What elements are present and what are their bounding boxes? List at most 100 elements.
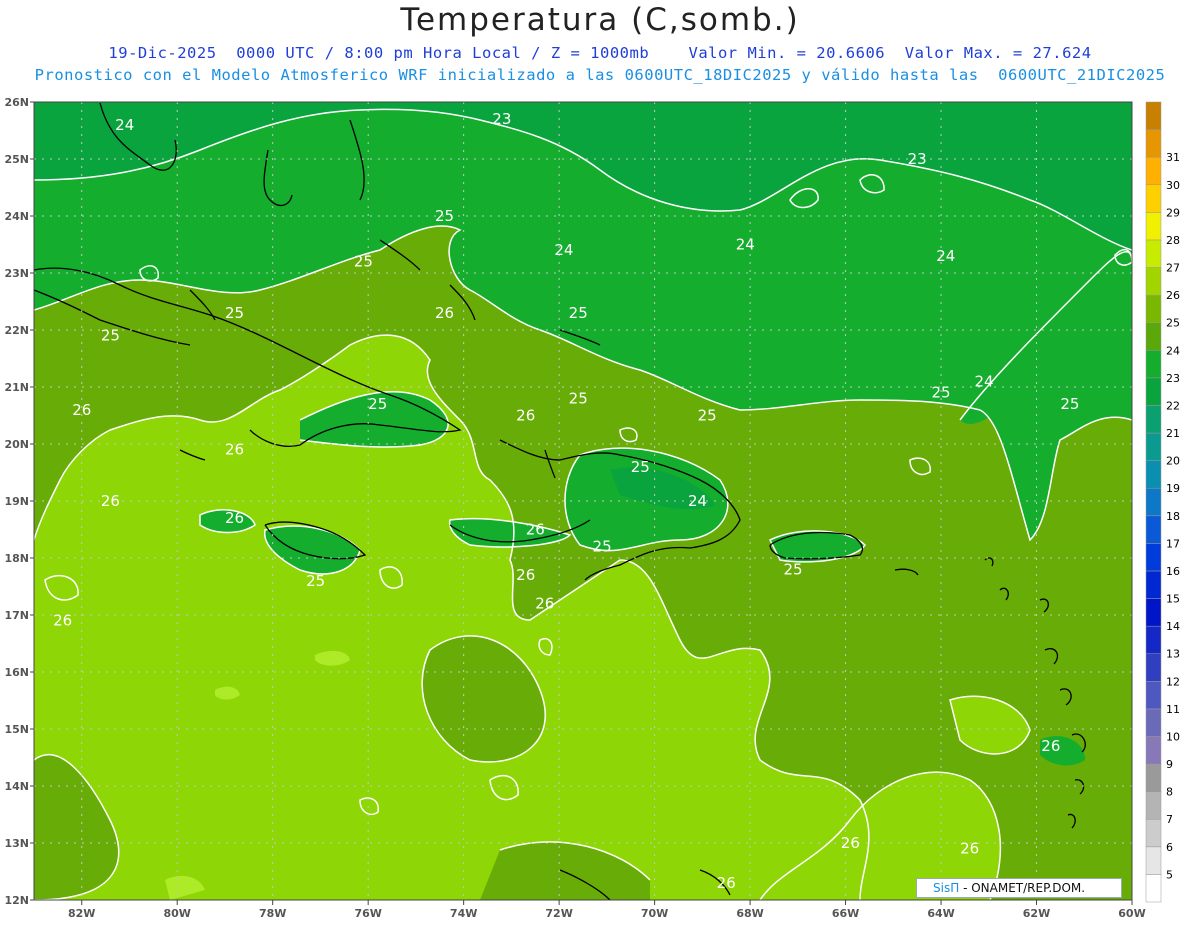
x-tick-label: 68W [736,907,763,920]
colorbar-swatch [1145,874,1162,903]
colorbar-swatch [1145,239,1162,268]
colorbar-label: 23 [1166,372,1180,385]
colorbar-label: 18 [1166,510,1180,523]
colorbar-label: 28 [1166,234,1180,247]
y-tick-label: 21N [4,381,29,394]
colorbar-swatch [1145,377,1162,406]
colorbar-label: 30 [1166,179,1180,192]
contour-label: 25 [631,458,650,476]
contour-label: 26 [960,840,979,858]
colorbar-label: 13 [1166,648,1180,661]
contour-label: 25 [593,538,612,556]
y-tick-label: 15N [4,723,29,736]
contour-label: 26 [101,492,120,510]
y-tick-label: 26N [4,96,29,109]
contour-label: 25 [101,327,120,345]
y-tick-label: 24N [4,210,29,223]
contour-label: 24 [115,116,134,134]
contour-label: 25 [225,304,244,322]
colorbar-label: 10 [1166,730,1180,743]
y-tick-label: 17N [4,609,29,622]
contour-label: 26 [841,834,860,852]
colorbar-label: 20 [1166,455,1180,468]
colorbar-label: 31 [1166,151,1180,164]
contour-label: 26 [435,304,454,322]
y-tick-label: 25N [4,153,29,166]
colorbar-label: 27 [1166,262,1180,275]
y-tick-label: 20N [4,438,29,451]
colorbar-swatch [1145,460,1162,489]
y-tick-label: 16N [4,666,29,679]
y-tick-label: 14N [4,780,29,793]
contour-label: 25 [698,407,717,425]
colorbar-swatch [1145,487,1162,517]
contour-label: 24 [554,241,573,259]
credit-box: SisΠ - ONAMET/REP.DOM. [916,878,1122,898]
colorbar-label: 17 [1166,537,1180,550]
x-tick-label: 62W [1023,907,1050,920]
contour-label: 26 [535,595,554,613]
x-tick-label: 60W [1118,907,1145,920]
colorbar-swatch [1145,294,1162,323]
contour-label: 25 [354,253,373,271]
contour-label: 24 [688,492,707,510]
y-tick-label: 18N [4,552,29,565]
colorbar-label: 9 [1166,758,1173,771]
colorbar-swatch [1145,184,1162,213]
colorbar-swatch [1145,763,1162,792]
colorbar-label: 15 [1166,593,1180,606]
contour-label: 26 [516,566,535,584]
colorbar-label: 21 [1166,427,1180,440]
contour-label: 25 [306,572,325,590]
colorbar-swatch [1145,405,1162,434]
colorbar-label: 11 [1166,703,1180,716]
colorbar-swatch [1145,432,1162,461]
colorbar-swatch [1145,212,1162,241]
contour-label: 26 [717,874,736,892]
contour-label: 26 [72,401,91,419]
x-tick-label: 66W [832,907,859,920]
x-tick-label: 74W [450,907,477,920]
colorbar-swatch [1145,846,1162,875]
colorbar-swatch [1145,570,1162,599]
x-tick-label: 64W [927,907,954,920]
colorbar-swatch [1145,267,1162,296]
colorbar-label: 22 [1166,399,1180,412]
contour-label: 25 [435,207,454,225]
contour-label: 25 [569,389,588,407]
colorbar-swatch [1145,322,1162,351]
y-tick-label: 22N [4,324,29,337]
colorbar-label: 14 [1166,620,1180,633]
colorbar-swatch [1145,350,1162,379]
contour-label: 26 [225,509,244,527]
contour-label: 25 [931,384,950,402]
colorbar-label: 26 [1166,289,1180,302]
contour-label: 26 [526,521,545,539]
y-tick-label: 13N [4,837,29,850]
colorbar-swatch [1145,818,1162,848]
colorbar-swatch [1145,791,1162,820]
brand-logo-text: SisΠ [933,881,960,895]
x-tick-label: 82W [68,907,95,920]
y-tick-label: 23N [4,267,29,280]
colorbar: 5 6 7 8 9 10 11 12 13 14 15 16 17 18 19 20 21 22 23 24 25 26 2… [1145,101,1180,903]
colorbar-swatch [1145,515,1162,544]
contour-label: 23 [908,150,927,168]
colorbar-label: 25 [1166,317,1180,330]
contour-label: 25 [368,395,387,413]
contour-label: 23 [492,110,511,128]
x-tick-label: 72W [545,907,572,920]
contour-label: 25 [784,560,803,578]
contour-label: 26 [516,407,535,425]
temperature-map: 24 23 23 25 24 24 24 25 25 26 25 25 25 25 24 25 25 26 25 26… [4,96,1180,920]
colorbar-label: 24 [1166,344,1180,357]
colorbar-swatch [1145,625,1162,654]
colorbar-swatch [1145,129,1162,158]
colorbar-swatch [1145,101,1162,130]
colorbar-label: 5 [1166,868,1173,881]
credit-text: - ONAMET/REP.DOM. [963,881,1086,895]
colorbar-swatch [1145,653,1162,682]
colorbar-swatch [1145,736,1162,765]
colorbar-swatch [1145,708,1162,737]
x-tick-label: 78W [259,907,286,920]
